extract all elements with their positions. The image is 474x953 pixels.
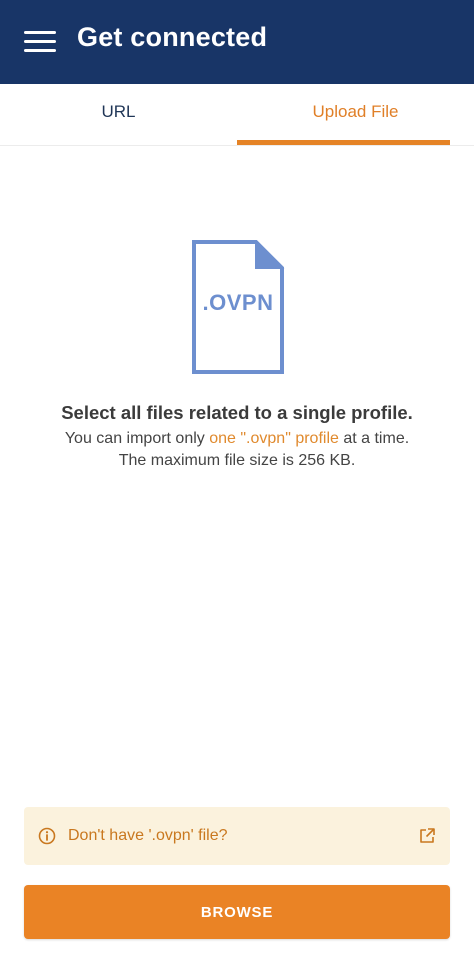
missing-ovpn-notice[interactable]: Don't have '.ovpn' file?: [24, 807, 450, 865]
notice-text: Don't have '.ovpn' file?: [68, 827, 228, 844]
hamburger-menu-icon[interactable]: [20, 24, 60, 58]
info-icon: [38, 827, 56, 845]
tab-upload-file[interactable]: Upload File: [237, 84, 474, 145]
tab-bar: URL Upload File: [0, 84, 474, 146]
tab-url-label: URL: [101, 101, 136, 121]
app-screen: Get connected URL Upload File .OVPN Sele…: [0, 0, 474, 953]
instruction-line-1-highlight: one ".ovpn" profile: [209, 430, 339, 447]
tab-upload-file-label: Upload File: [312, 101, 399, 121]
tab-url[interactable]: URL: [0, 84, 237, 145]
instruction-line-2: The maximum file size is 256 KB.: [118, 452, 356, 469]
active-tab-indicator: [237, 140, 450, 145]
instruction-line-1-suffix: at a time.: [338, 430, 410, 447]
instruction-headline: Select all files related to a single pro…: [61, 402, 413, 423]
external-link-icon[interactable]: [418, 827, 436, 845]
top-app-bar: Get connected: [0, 0, 474, 84]
instruction-line-1-prefix: You can import only: [64, 430, 210, 447]
browse-button[interactable]: BROWSE: [24, 885, 450, 939]
instruction-line-1: You can import only one ".ovpn" profile …: [0, 430, 474, 448]
page-title: Get connected: [77, 22, 268, 52]
file-type-label: .OVPN: [202, 290, 274, 315]
